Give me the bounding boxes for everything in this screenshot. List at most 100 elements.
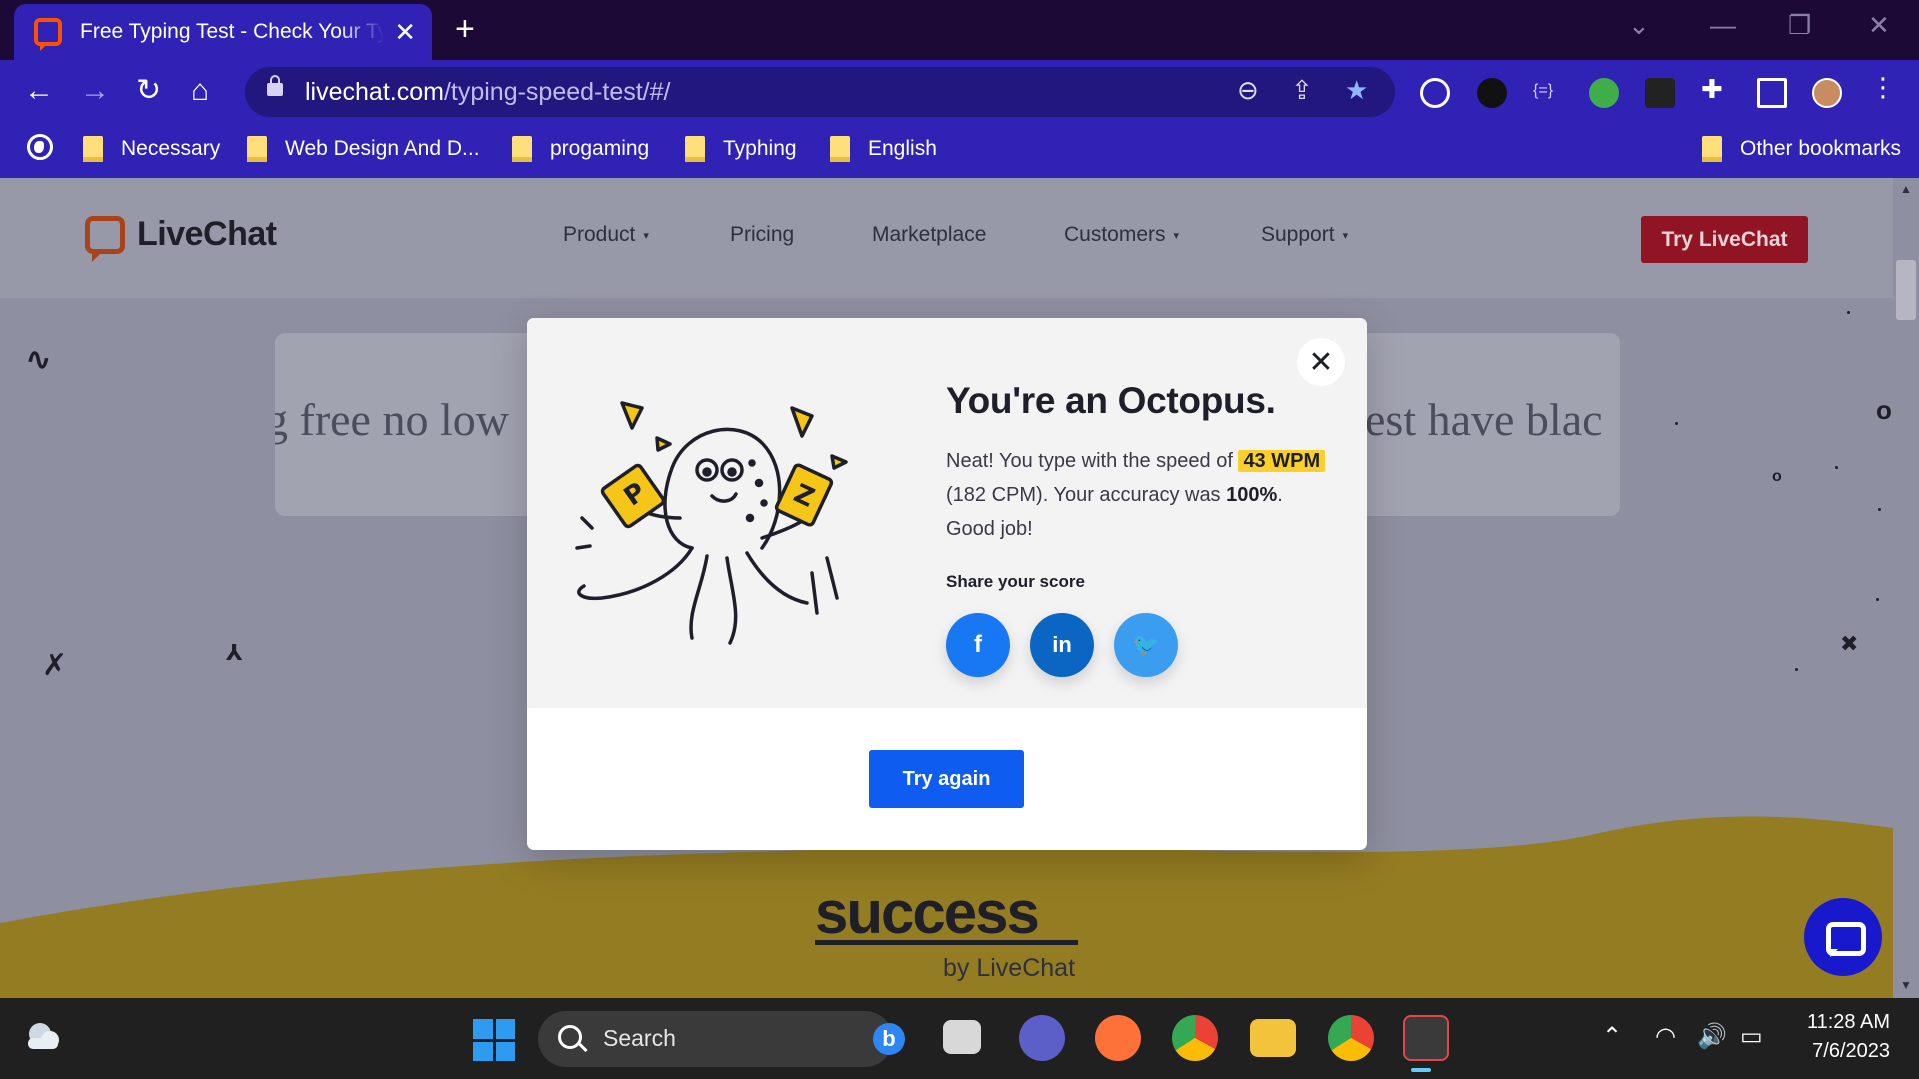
accuracy-value: 100% — [1226, 484, 1278, 506]
battery-icon[interactable]: ▭ — [1740, 1022, 1763, 1051]
file-explorer-icon[interactable] — [1250, 1019, 1296, 1057]
wpm-badge: 43 WPM — [1238, 450, 1326, 472]
typing-text-right: est have blac — [1365, 394, 1603, 445]
scroll-down-arrow-icon[interactable]: ▼ — [1900, 978, 1912, 992]
chat-widget-button[interactable] — [1804, 898, 1882, 976]
new-tab-plus-icon[interactable]: + — [455, 12, 475, 46]
folder-icon — [1702, 136, 1722, 162]
clock-date: 7/6/2023 — [1812, 1040, 1890, 1062]
windows-start-icon[interactable] — [473, 1019, 515, 1061]
browser-tab-strip: Free Typing Test - Check Your Typing Spe… — [0, 0, 1919, 60]
active-app-indicator — [1411, 1068, 1431, 1072]
try-again-button[interactable]: Try again — [869, 750, 1024, 808]
linkedin-share-button[interactable]: in — [1030, 613, 1094, 677]
extension-target-icon[interactable] — [1420, 78, 1450, 108]
folder-icon — [685, 136, 705, 162]
menu-kebab-icon[interactable]: ⋮ — [1870, 72, 1900, 102]
livechat-logo[interactable]: LiveChat — [85, 215, 277, 262]
octopus-illustration: P Z — [575, 401, 848, 645]
dot-decoration — [1847, 311, 1850, 314]
typing-text-left: g free no low — [275, 394, 509, 445]
side-panel-icon[interactable] — [1757, 78, 1787, 108]
close-icon[interactable]: ✕ — [1297, 338, 1345, 386]
nav-marketplace[interactable]: Marketplace — [872, 223, 986, 247]
minimize-icon[interactable]: — — [1710, 10, 1736, 41]
search-icon — [558, 1025, 582, 1049]
bookmark-web-design[interactable]: Web Design And D... — [247, 136, 480, 162]
snipping-tool-icon[interactable] — [1403, 1015, 1449, 1061]
extensions-puzzle-icon[interactable]: ✚ — [1701, 74, 1731, 104]
tab-search-chevron-icon[interactable]: ⌄ — [1628, 10, 1650, 41]
facebook-share-button[interactable]: f — [946, 613, 1010, 677]
back-arrow-icon[interactable]: ← — [24, 74, 54, 108]
bookmarks-bar: Necessary Web Design And D... progaming … — [0, 122, 1919, 178]
bookmark-typhing[interactable]: Typhing — [685, 136, 797, 162]
spark-decoration-icon: ⅄ — [226, 640, 243, 665]
bookmark-star-icon[interactable]: ★ — [1345, 75, 1368, 106]
restore-icon[interactable]: ❐ — [1788, 10, 1811, 41]
nav-pricing[interactable]: Pricing — [730, 223, 794, 247]
reload-icon[interactable]: ↻ — [136, 74, 161, 108]
extension-globe-icon[interactable] — [1589, 78, 1619, 108]
system-clock[interactable]: 11:28 AM 7/6/2023 — [1790, 1008, 1890, 1066]
caret-down-icon: ▾ — [1173, 229, 1180, 242]
nav-support[interactable]: Support ▾ — [1261, 223, 1348, 247]
wifi-icon[interactable]: ◠ — [1655, 1022, 1676, 1051]
profile-avatar[interactable] — [1812, 78, 1842, 108]
forward-arrow-icon[interactable]: → — [80, 74, 110, 108]
caret-down-icon: ▾ — [643, 229, 649, 242]
scroll-thumb[interactable] — [1896, 260, 1916, 320]
browser-toolbar: ← → ↻ ⌂ livechat.com/typing-speed-test/#… — [0, 60, 1919, 122]
tab-active[interactable]: Free Typing Test - Check Your Typing Spe… — [14, 4, 432, 60]
chrome-icon[interactable] — [1172, 1015, 1218, 1061]
extension-react-icon[interactable] — [1477, 78, 1507, 108]
chrome-profile-icon[interactable] — [1328, 1015, 1374, 1061]
livechat-favicon-icon — [34, 18, 62, 51]
livechat-logo-icon — [85, 215, 125, 262]
bookmark-necessary[interactable]: Necessary — [83, 136, 220, 162]
success-logo[interactable]: success — [815, 878, 1040, 947]
scroll-up-arrow-icon[interactable]: ▲ — [1900, 182, 1912, 196]
url-text[interactable]: livechat.com/typing-speed-test/#/ — [305, 78, 670, 107]
home-icon[interactable]: ⌂ — [191, 74, 209, 108]
folder-icon — [512, 136, 532, 162]
dot-decoration — [1675, 422, 1678, 425]
teams-chat-icon[interactable] — [1019, 1015, 1065, 1061]
window-close-icon[interactable]: ✕ — [1868, 10, 1890, 41]
weather-cloud-icon[interactable] — [22, 1020, 60, 1052]
volume-icon[interactable]: 🔊 — [1697, 1022, 1727, 1051]
nav-product[interactable]: Product ▾ — [563, 223, 649, 247]
tab-title: Free Typing Test - Check Your Typing Spe… — [80, 20, 385, 43]
bookmark-english[interactable]: English — [830, 136, 937, 162]
success-underline — [815, 940, 1078, 945]
extension-cap-icon[interactable] — [1645, 78, 1675, 108]
page-scrollbar[interactable]: ▲ ▼ — [1893, 178, 1919, 998]
tab-close-icon[interactable]: ✕ — [394, 17, 416, 48]
other-bookmarks[interactable]: Other bookmarks — [1702, 136, 1901, 162]
bing-icon[interactable]: b — [873, 1023, 905, 1055]
task-view-icon[interactable] — [943, 1020, 981, 1054]
bookmark-progaming[interactable]: progaming — [512, 136, 649, 162]
nav-customers[interactable]: Customers ▾ — [1064, 223, 1179, 247]
linkedin-icon: in — [1052, 632, 1072, 657]
x-decoration-icon: ✖ — [1840, 631, 1859, 656]
site-header: LiveChat Product ▾ Pricing Marketplace Cu… — [0, 178, 1893, 298]
dot-decoration — [1878, 508, 1881, 511]
share-icon[interactable]: ⇪ — [1291, 75, 1313, 106]
facebook-icon: f — [974, 631, 982, 658]
result-description: Neat! You type with the speed of 43 WPM … — [946, 444, 1336, 546]
apps-globe-icon[interactable] — [27, 134, 53, 160]
address-bar[interactable]: livechat.com/typing-speed-test/#/ ⊖ ⇪ ★ — [245, 67, 1395, 117]
twitter-share-button[interactable]: 🐦 — [1114, 613, 1178, 677]
tray-chevron-up-icon[interactable]: ⌃ — [1602, 1022, 1622, 1051]
folder-icon — [830, 136, 850, 162]
taskbar-search-input[interactable]: Search b — [538, 1011, 905, 1067]
success-byline: by LiveChat — [943, 954, 1076, 982]
firefox-icon[interactable] — [1095, 1015, 1141, 1061]
try-livechat-button[interactable]: Try LiveChat — [1641, 216, 1808, 263]
clock-time: 11:28 AM — [1806, 1011, 1890, 1033]
extension-code-icon[interactable]: {=} — [1533, 82, 1563, 112]
dot-decoration — [1795, 668, 1798, 671]
zoom-icon[interactable]: ⊖ — [1237, 75, 1259, 106]
caret-down-icon: ▾ — [1342, 229, 1349, 242]
